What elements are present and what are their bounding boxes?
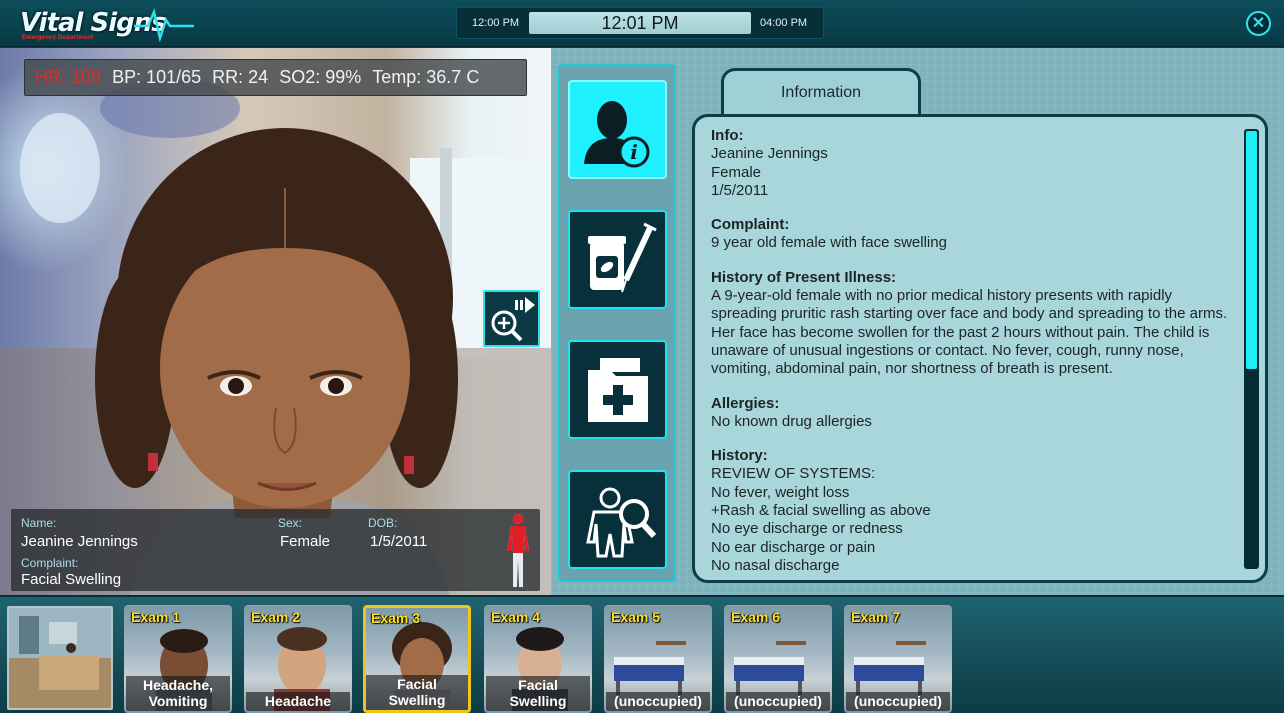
- shift-start-time: 12:00 PM: [472, 17, 520, 29]
- room-strip: Exam 1 Headache, Vomiting Exam 2 Headach…: [0, 595, 1284, 713]
- exam-room-status: (unoccupied): [726, 692, 830, 711]
- patient-complaint: Facial Swelling: [21, 571, 122, 588]
- app-logo: Vital Signs Emergency Department: [14, 4, 194, 44]
- info-heading: Info:: [711, 127, 744, 144]
- exam-room-title: Exam 3: [371, 610, 421, 626]
- exam-room-status: (unoccupied): [606, 692, 710, 711]
- exam-room-title: Exam 1: [131, 609, 181, 625]
- zoom-in-icon: [491, 297, 535, 342]
- history-line: No nasal discharge: [711, 556, 840, 574]
- information-content[interactable]: Info: Jeanine Jennings Female 1/5/2011 C…: [711, 127, 1231, 579]
- exam-room-status: Headache, Vomiting: [126, 676, 230, 711]
- clock-panel: 12:00 PM 12:01 PM 04:00 PM: [456, 7, 824, 39]
- close-icon: ✕: [1251, 15, 1266, 32]
- info-line: Female: [711, 163, 762, 181]
- patient-summary-card: Name: Jeanine Jennings Sex: Female DOB: …: [11, 509, 540, 591]
- heartbeat-icon: [134, 7, 194, 42]
- medical-record-icon: [588, 358, 648, 422]
- exam-room-title: Exam 2: [251, 609, 301, 625]
- history-line: No ear discharge or pain: [711, 538, 876, 556]
- hpi-text: A 9-year-old female with no prior medica…: [711, 287, 1228, 378]
- shift-end-time: 04:00 PM: [760, 17, 808, 29]
- nav-physical-exam-button[interactable]: [568, 470, 667, 569]
- patient-dob: 1/5/2011: [370, 533, 428, 550]
- zoom-in-button[interactable]: [483, 290, 540, 347]
- exam-room-3[interactable]: Exam 3 Facial Swelling: [363, 605, 471, 713]
- exam-room-title: Exam 4: [491, 609, 541, 625]
- history-line: No eye discharge or redness: [711, 520, 903, 538]
- top-bar: Vital Signs Emergency Department 12:00 P…: [0, 0, 1284, 47]
- exam-room-4[interactable]: Exam 4 Facial Swelling: [484, 605, 592, 713]
- history-line: REVIEW OF SYSTEMS:: [711, 465, 876, 483]
- history-heading: History:: [711, 447, 768, 465]
- exam-room-status: (unoccupied): [846, 692, 950, 711]
- medication-icon: [588, 222, 657, 293]
- hpi-heading: History of Present Illness:: [711, 268, 897, 286]
- lobby-image: [9, 608, 111, 708]
- temperature: Temp: 36.7 C: [372, 67, 480, 87]
- section-nav: i: [558, 64, 676, 582]
- respiratory-rate: RR: 24: [212, 67, 269, 87]
- history-line: No fever, weight loss: [711, 483, 850, 501]
- complaint-text: 9 year old female with face swelling: [711, 234, 947, 252]
- exam-room-2[interactable]: Exam 2 Headache: [244, 605, 352, 713]
- info-line: 1/5/2011: [711, 181, 769, 199]
- sex-label: Sex:: [278, 516, 303, 530]
- name-label: Name:: [21, 516, 57, 530]
- oxygen-saturation: SO2: 99%: [279, 67, 362, 87]
- patient-info-icon: i: [584, 101, 650, 168]
- current-time: 12:01 PM: [529, 12, 751, 34]
- patient-name: Jeanine Jennings: [21, 533, 138, 550]
- patient-photo-panel: HR: 109 BP: 101/65 RR: 24 SO2: 99% Temp:…: [0, 48, 551, 595]
- exam-room-6[interactable]: Exam 6 (unoccupied): [724, 605, 832, 713]
- dob-label: DOB:: [368, 516, 398, 530]
- history-line: +Rash & facial swelling as above: [711, 502, 931, 520]
- exam-room-status: Headache: [246, 692, 350, 711]
- body-diagram-icon: [507, 514, 529, 587]
- tab-information[interactable]: Information: [721, 68, 921, 116]
- details-area: i Information Info: Jeanine Jennings Fem…: [551, 48, 1284, 595]
- nav-patient-info-button[interactable]: i: [568, 80, 667, 179]
- allergies-text: No known drug allergies: [711, 412, 872, 430]
- body-exam-icon: [586, 487, 657, 558]
- exam-room-status: Facial Swelling: [486, 676, 590, 711]
- exam-room-title: Exam 5: [611, 609, 661, 625]
- svg-text:i: i: [630, 140, 638, 164]
- patient-sex: Female: [280, 533, 331, 550]
- lobby-thumbnail[interactable]: [7, 606, 113, 710]
- info-scrollbar-thumb[interactable]: [1246, 131, 1257, 369]
- complaint-heading: Complaint:: [711, 216, 790, 234]
- nav-medical-records-button[interactable]: [568, 340, 667, 439]
- info-line: Jeanine Jennings: [711, 145, 828, 163]
- exam-room-1[interactable]: Exam 1 Headache, Vomiting: [124, 605, 232, 713]
- exam-room-7[interactable]: Exam 7 (unoccupied): [844, 605, 952, 713]
- exam-room-title: Exam 6: [731, 609, 781, 625]
- info-scrollbar[interactable]: [1244, 129, 1259, 569]
- exam-room-status: Facial Swelling: [366, 675, 468, 710]
- app-subtitle: Emergency Department: [22, 35, 94, 41]
- close-button[interactable]: ✕: [1246, 11, 1271, 36]
- exam-room-5[interactable]: Exam 5 (unoccupied): [604, 605, 712, 713]
- allergies-heading: Allergies:: [711, 394, 780, 412]
- complaint-label: Complaint:: [21, 556, 79, 570]
- nav-medications-button[interactable]: [568, 210, 667, 309]
- heart-rate: HR: 109: [35, 67, 102, 87]
- exam-room-title: Exam 7: [851, 609, 901, 625]
- information-panel: Info: Jeanine Jennings Female 1/5/2011 C…: [692, 114, 1268, 583]
- vital-signs-bar: HR: 109 BP: 101/65 RR: 24 SO2: 99% Temp:…: [24, 59, 527, 96]
- blood-pressure: BP: 101/65: [112, 67, 202, 87]
